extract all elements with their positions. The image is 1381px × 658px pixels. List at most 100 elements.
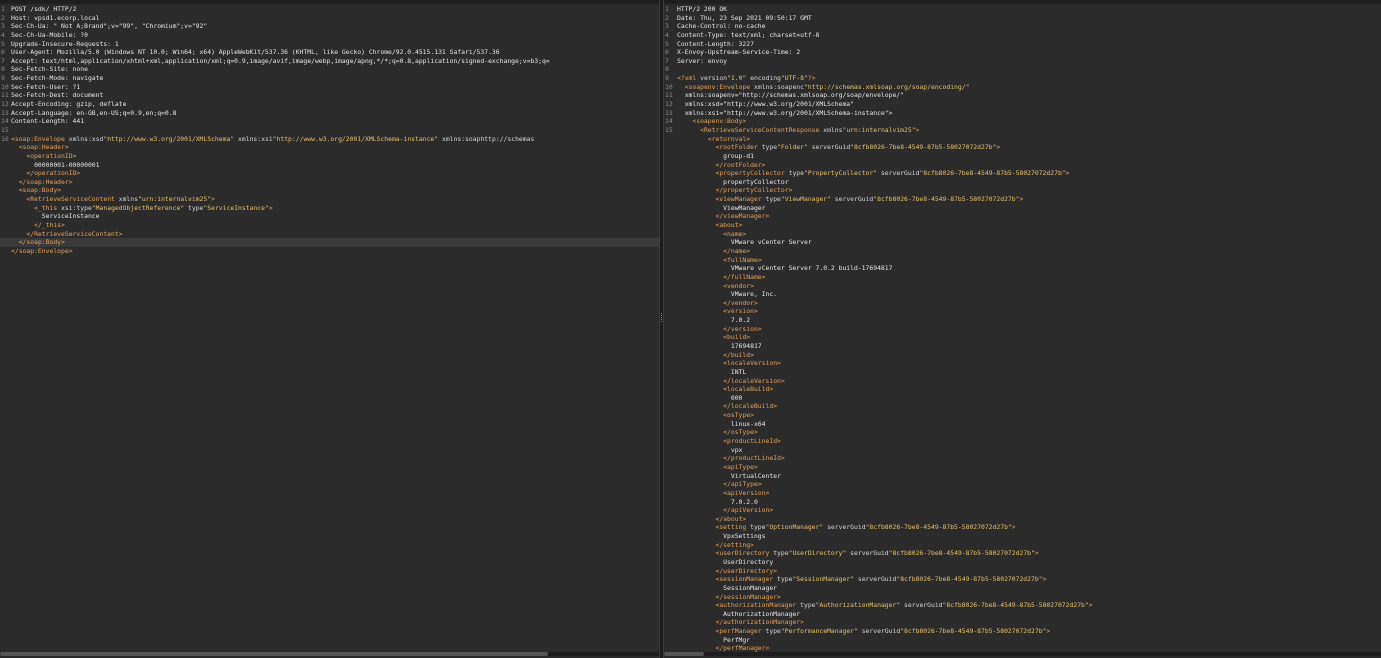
response-line[interactable]: </propertyCollector>: [664, 186, 1381, 195]
request-line[interactable]: <RetrieveServiceContent xmlns"urn:intern…: [0, 195, 659, 204]
response-line[interactable]: VpxSettings: [664, 532, 1381, 541]
request-line[interactable]: ServiceInstance: [0, 212, 659, 221]
response-line[interactable]: 8: [664, 65, 1381, 74]
response-line[interactable]: </sessionManager>: [664, 593, 1381, 602]
response-line[interactable]: VMware vCenter Server: [664, 238, 1381, 247]
response-line[interactable]: </osType>: [664, 428, 1381, 437]
response-scrollbar-thumb[interactable]: [664, 652, 704, 656]
response-line[interactable]: UserDirectory: [664, 558, 1381, 567]
request-line[interactable]: </soap:Envelope>: [0, 247, 659, 256]
response-line[interactable]: 13 xmlns:xsi="http://www.w3.org/2001/XML…: [664, 109, 1381, 118]
response-line[interactable]: 17694817: [664, 342, 1381, 351]
response-line[interactable]: <name>: [664, 230, 1381, 239]
request-line[interactable]: 3 Sec-Ch-Ua: " Not A;Brand";v="99", "Chro…: [0, 22, 659, 31]
response-line[interactable]: <version>: [664, 307, 1381, 316]
request-line[interactable]: 6 User-Agent: Mozilla/5.0 (Windows NT 10.…: [0, 48, 659, 57]
response-editor[interactable]: 1 HTTP/2 200 OK 2 Date: Thu, 23 Sep 2021 09…: [664, 0, 1381, 658]
request-line[interactable]: 15: [0, 126, 659, 135]
request-line[interactable]: 9 Sec-Fetch-Mode: navigate: [0, 74, 659, 83]
request-line[interactable]: 8 Sec-Fetch-Site: none: [0, 65, 659, 74]
response-line[interactable]: </vendor>: [664, 299, 1381, 308]
request-editor[interactable]: 1 POST /sdk/ HTTP/2 2 Host: vpsd1.ecorp.loc…: [0, 0, 659, 658]
request-line[interactable]: <_this xsi:type"ManagedObjectReference" …: [0, 204, 659, 213]
response-line[interactable]: <sessionManager type"SessionManager" ser…: [664, 575, 1381, 584]
response-line[interactable]: group-d1: [664, 152, 1381, 161]
response-line[interactable]: <productLineId>: [664, 437, 1381, 446]
response-line[interactable]: 4 Content-Type: text/xml; charset=utf-8: [664, 31, 1381, 40]
response-line[interactable]: <apiVersion>: [664, 489, 1381, 498]
request-line[interactable]: </soap:Header>: [0, 178, 659, 187]
response-line[interactable]: </version>: [664, 325, 1381, 334]
response-line[interactable]: </viewManager>: [664, 212, 1381, 221]
response-line[interactable]: VMware vCenter Server 7.0.2 build-176948…: [664, 264, 1381, 273]
response-line[interactable]: </userDirectory>: [664, 567, 1381, 576]
request-line[interactable]: <soap:Header>: [0, 143, 659, 152]
response-line[interactable]: <osType>: [664, 411, 1381, 420]
response-line[interactable]: <vendor>: [664, 282, 1381, 291]
response-line[interactable]: ViewManager: [664, 204, 1381, 213]
response-horizontal-scrollbar[interactable]: [664, 652, 1381, 656]
response-line[interactable]: PerfMgr: [664, 636, 1381, 645]
response-line[interactable]: linux-x64: [664, 420, 1381, 429]
response-line[interactable]: 10 <soapenv:Envelope xmlns:soapenc"http:…: [664, 83, 1381, 92]
response-line[interactable]: </apiType>: [664, 480, 1381, 489]
request-line[interactable]: 10 Sec-Fetch-User: ?1: [0, 83, 659, 92]
response-line[interactable]: 2 Date: Thu, 23 Sep 2021 09:50:17 GMT: [664, 14, 1381, 23]
request-line[interactable]: 2 Host: vpsd1.ecorp.local: [0, 14, 659, 23]
response-line[interactable]: 7.0.2: [664, 316, 1381, 325]
response-line[interactable]: AuthorizationManager: [664, 610, 1381, 619]
splitter-grip-icon[interactable]: [661, 313, 663, 322]
response-line[interactable]: <userDirectory type"UserDirectory" serve…: [664, 549, 1381, 558]
response-line[interactable]: </build>: [664, 351, 1381, 360]
response-line[interactable]: VirtualCenter: [664, 472, 1381, 481]
response-line[interactable]: </fullName>: [664, 273, 1381, 282]
response-line[interactable]: <localeBuild>: [664, 385, 1381, 394]
response-line[interactable]: <authorizationManager type"Authorization…: [664, 601, 1381, 610]
request-line[interactable]: <soap:Body>: [0, 186, 659, 195]
response-line[interactable]: <about>: [664, 221, 1381, 230]
response-line[interactable]: <returnval>: [664, 135, 1381, 144]
response-line[interactable]: <setting type"OptionManager" serverGuid"…: [664, 523, 1381, 532]
response-line[interactable]: 000: [664, 394, 1381, 403]
response-line[interactable]: INTL: [664, 368, 1381, 377]
response-line[interactable]: <build>: [664, 333, 1381, 342]
request-line[interactable]: 1 POST /sdk/ HTTP/2: [0, 5, 659, 14]
request-horizontal-scrollbar[interactable]: [0, 652, 659, 656]
request-line[interactable]: 7 Accept: text/html,application/xhtml+xml…: [0, 57, 659, 66]
response-line[interactable]: 14 <soapenv:Body>: [664, 117, 1381, 126]
response-line[interactable]: </localeVersion>: [664, 377, 1381, 386]
request-line[interactable]: 13 Accept-Language: en-GB,en-US;q=0.9,en;…: [0, 109, 659, 118]
response-line[interactable]: </setting>: [664, 541, 1381, 550]
response-line[interactable]: </localeBuild>: [664, 402, 1381, 411]
response-line[interactable]: 3 Cache-Control: no-cache: [664, 22, 1381, 31]
response-line[interactable]: <viewManager type"ViewManager" serverGui…: [664, 195, 1381, 204]
response-line[interactable]: 1 HTTP/2 200 OK: [664, 5, 1381, 14]
response-line[interactable]: 7.0.2.0: [664, 498, 1381, 507]
request-line[interactable]: </RetrieveServiceContent>: [0, 230, 659, 239]
response-line[interactable]: </about>: [664, 515, 1381, 524]
request-line[interactable]: 14 Content-Length: 441: [0, 117, 659, 126]
response-line[interactable]: SessionManager: [664, 584, 1381, 593]
response-line[interactable]: </name>: [664, 247, 1381, 256]
request-scrollbar-thumb[interactable]: [0, 652, 548, 656]
response-line[interactable]: <rootFolder type"Folder" serverGuid"8cfb…: [664, 143, 1381, 152]
response-line[interactable]: </authorizationManager>: [664, 618, 1381, 627]
request-line[interactable]: </soap:Body>: [0, 238, 659, 247]
request-line[interactable]: 4 Sec-Ch-Ua-Mobile: ?0: [0, 31, 659, 40]
request-line[interactable]: </operationID>: [0, 169, 659, 178]
request-line[interactable]: </_this>: [0, 221, 659, 230]
request-line[interactable]: 11 Sec-Fetch-Dest: document: [0, 91, 659, 100]
response-line[interactable]: vpx: [664, 446, 1381, 455]
response-line[interactable]: VMware, Inc.: [664, 290, 1381, 299]
response-line[interactable]: 7 Server: envoy: [664, 57, 1381, 66]
response-line[interactable]: 11 xmlns:soapenv="http://schemas.xmlsoap…: [664, 91, 1381, 100]
response-line[interactable]: <perfManager type"PerformanceManager" se…: [664, 627, 1381, 636]
request-line[interactable]: 16 <soap:Envelope xmlns:xsd"http://www.w3…: [0, 135, 659, 144]
response-line[interactable]: </apiVersion>: [664, 506, 1381, 515]
response-line[interactable]: propertyCollector: [664, 178, 1381, 187]
response-line[interactable]: 15 <RetrieveServiceContentResponse xmlns…: [664, 126, 1381, 135]
response-line[interactable]: <apiType>: [664, 463, 1381, 472]
response-line[interactable]: <fullName>: [664, 256, 1381, 265]
response-line[interactable]: <localeVersion>: [664, 359, 1381, 368]
response-line[interactable]: 5 Content-Length: 3227: [664, 40, 1381, 49]
